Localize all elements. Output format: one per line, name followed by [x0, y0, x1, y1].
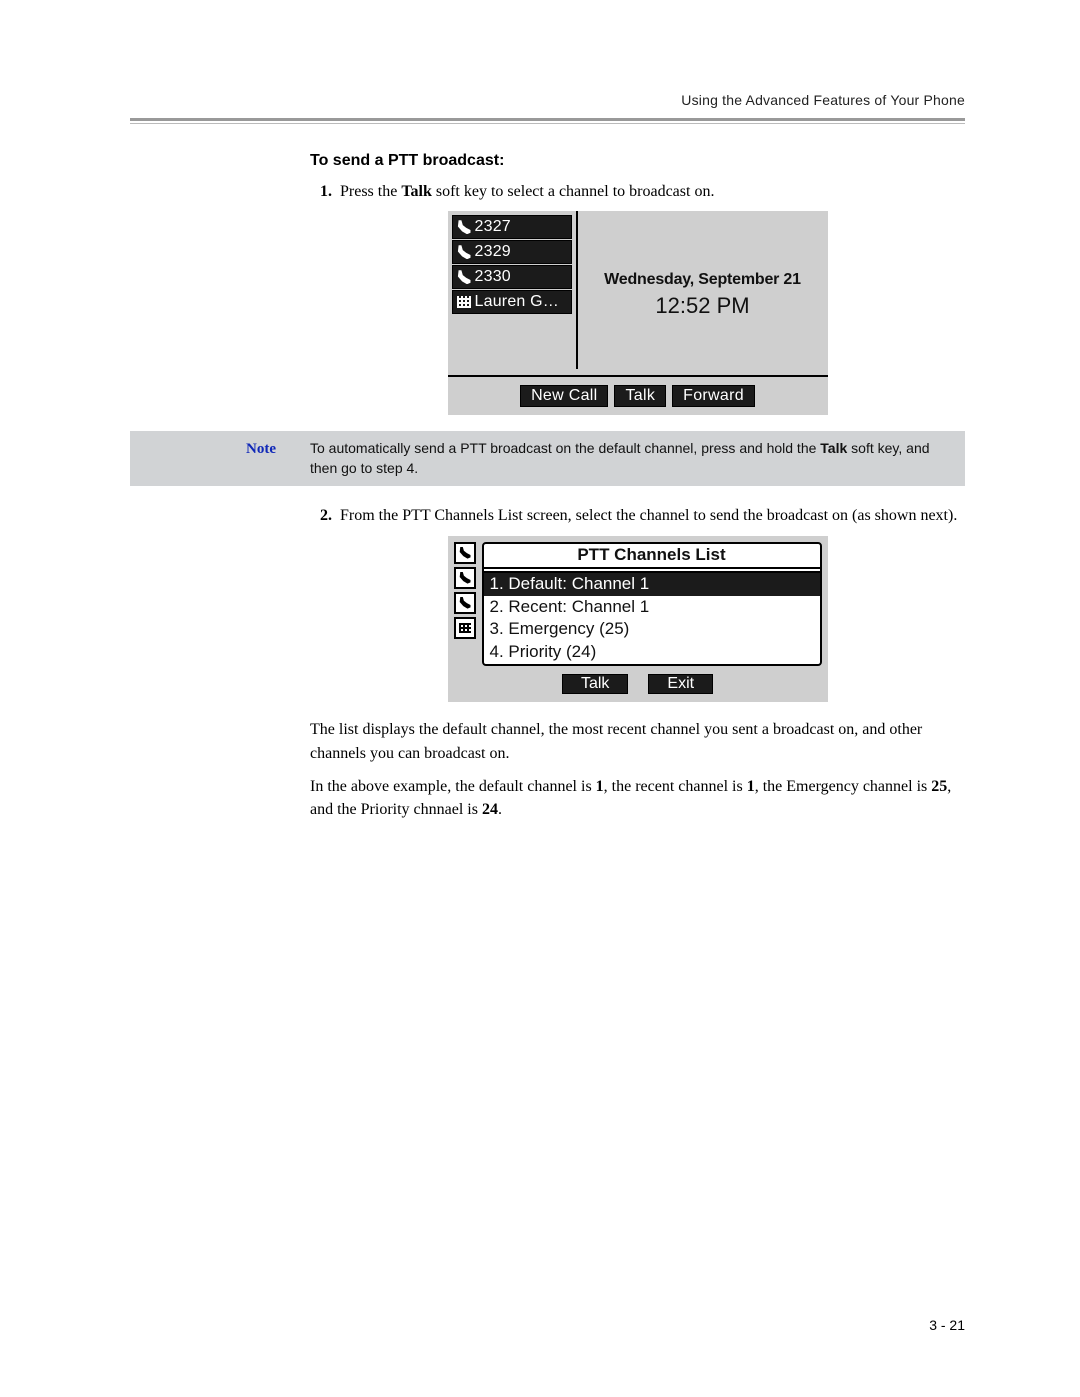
- phone-screen-idle: 2327 2329 2330 Lauren G…: [448, 211, 828, 415]
- ex-p2: , the recent channel is: [604, 778, 747, 795]
- ex-p1: In the above example, the default channe…: [310, 778, 596, 795]
- step-1-text: Press the Talk soft key to select a chan…: [340, 180, 965, 203]
- ex-b1: 1: [596, 778, 604, 795]
- page-number: 3 - 21: [929, 1317, 965, 1333]
- note-text: To automatically send a PTT broadcast on…: [310, 439, 953, 478]
- line-status-icon: [454, 617, 476, 639]
- header-rule-thick: [130, 118, 965, 121]
- content-column: To send a PTT broadcast: 1. Press the Ta…: [310, 152, 965, 415]
- note-before: To automatically send a PTT broadcast on…: [310, 440, 820, 456]
- phone-icon: [459, 547, 471, 559]
- figure-ptt-list: PTT Channels List 1. Default: Channel 1 …: [310, 536, 965, 703]
- line-key-label: 2329: [475, 243, 511, 261]
- buddy-icon: [459, 623, 471, 633]
- running-head: Using the Advanced Features of Your Phon…: [130, 92, 965, 108]
- note-callout: Note To automatically send a PTT broadca…: [130, 431, 965, 486]
- ptt-item-priority[interactable]: 4. Priority (24): [484, 641, 820, 664]
- ex-b4: 24: [482, 801, 498, 818]
- example-para: In the above example, the default channe…: [310, 775, 965, 821]
- ptt-item-recent[interactable]: 2. Recent: Channel 1: [484, 596, 820, 619]
- idle-time: 12:52 PM: [655, 293, 749, 319]
- softkey-row: New Call Talk Forward: [448, 377, 828, 415]
- idle-date: Wednesday, September 21: [604, 271, 801, 289]
- ptt-item-emergency[interactable]: 3. Emergency (25): [484, 618, 820, 641]
- line-status-icon: [454, 542, 476, 564]
- softkey-exit[interactable]: Exit: [648, 674, 713, 694]
- phone-icon: [459, 597, 471, 609]
- softkey-forward[interactable]: Forward: [672, 385, 755, 407]
- line-key-lauren[interactable]: Lauren G…: [452, 290, 572, 314]
- line-key-2329[interactable]: 2329: [452, 240, 572, 264]
- line-key-label: 2327: [475, 218, 511, 236]
- phone-icon: [459, 572, 471, 584]
- line-key-label: 2330: [475, 268, 511, 286]
- note-bold: Talk: [820, 440, 847, 456]
- softkey-talk[interactable]: Talk: [614, 385, 666, 407]
- figure-idle-screen: 2327 2329 2330 Lauren G…: [310, 211, 965, 415]
- ptt-item-default[interactable]: 1. Default: Channel 1: [484, 573, 820, 596]
- step-2: 2. From the PTT Channels List screen, se…: [310, 504, 965, 527]
- phone-icon: [457, 245, 471, 259]
- line-key-gap: [452, 315, 572, 369]
- content-column-2: 2. From the PTT Channels List screen, se…: [310, 504, 965, 821]
- step-1-before: Press the: [340, 183, 401, 200]
- status-icon-column: [454, 542, 478, 667]
- line-key-label: Lauren G…: [475, 293, 560, 311]
- phone-icon: [457, 220, 471, 234]
- line-key-column: 2327 2329 2330 Lauren G…: [448, 211, 576, 369]
- note-label: Note: [130, 439, 310, 478]
- idle-info-pane: Wednesday, September 21 12:52 PM: [576, 211, 828, 369]
- step-2-number: 2.: [310, 504, 332, 527]
- header-rule-thin: [130, 123, 965, 124]
- step-1: 1. Press the Talk soft key to select a c…: [310, 180, 965, 203]
- page: Using the Advanced Features of Your Phon…: [0, 0, 1080, 1397]
- ex-p3: , the Emergency channel is: [755, 778, 932, 795]
- line-key-2327[interactable]: 2327: [452, 215, 572, 239]
- ex-b3: 25: [931, 778, 947, 795]
- ptt-list-title: PTT Channels List: [484, 544, 820, 569]
- step-2-text: From the PTT Channels List screen, selec…: [340, 504, 965, 527]
- step-1-after: soft key to select a channel to broadcas…: [432, 183, 715, 200]
- line-status-icon: [454, 592, 476, 614]
- softkey-new-call[interactable]: New Call: [520, 385, 608, 407]
- softkey-talk[interactable]: Talk: [562, 674, 628, 694]
- after-list-para: The list displays the default channel, t…: [310, 718, 965, 764]
- line-key-2330[interactable]: 2330: [452, 265, 572, 289]
- buddy-icon: [457, 296, 471, 308]
- step-1-bold: Talk: [401, 183, 432, 200]
- ex-p5: .: [498, 801, 502, 818]
- ex-b2: 1: [747, 778, 755, 795]
- section-title: To send a PTT broadcast:: [310, 152, 965, 170]
- step-1-number: 1.: [310, 180, 332, 203]
- phone-icon: [457, 270, 471, 284]
- line-status-icon: [454, 567, 476, 589]
- softkey-row: Talk Exit: [454, 674, 822, 694]
- ptt-list-panel: PTT Channels List 1. Default: Channel 1 …: [482, 542, 822, 667]
- phone-screen-ptt-list: PTT Channels List 1. Default: Channel 1 …: [448, 536, 828, 703]
